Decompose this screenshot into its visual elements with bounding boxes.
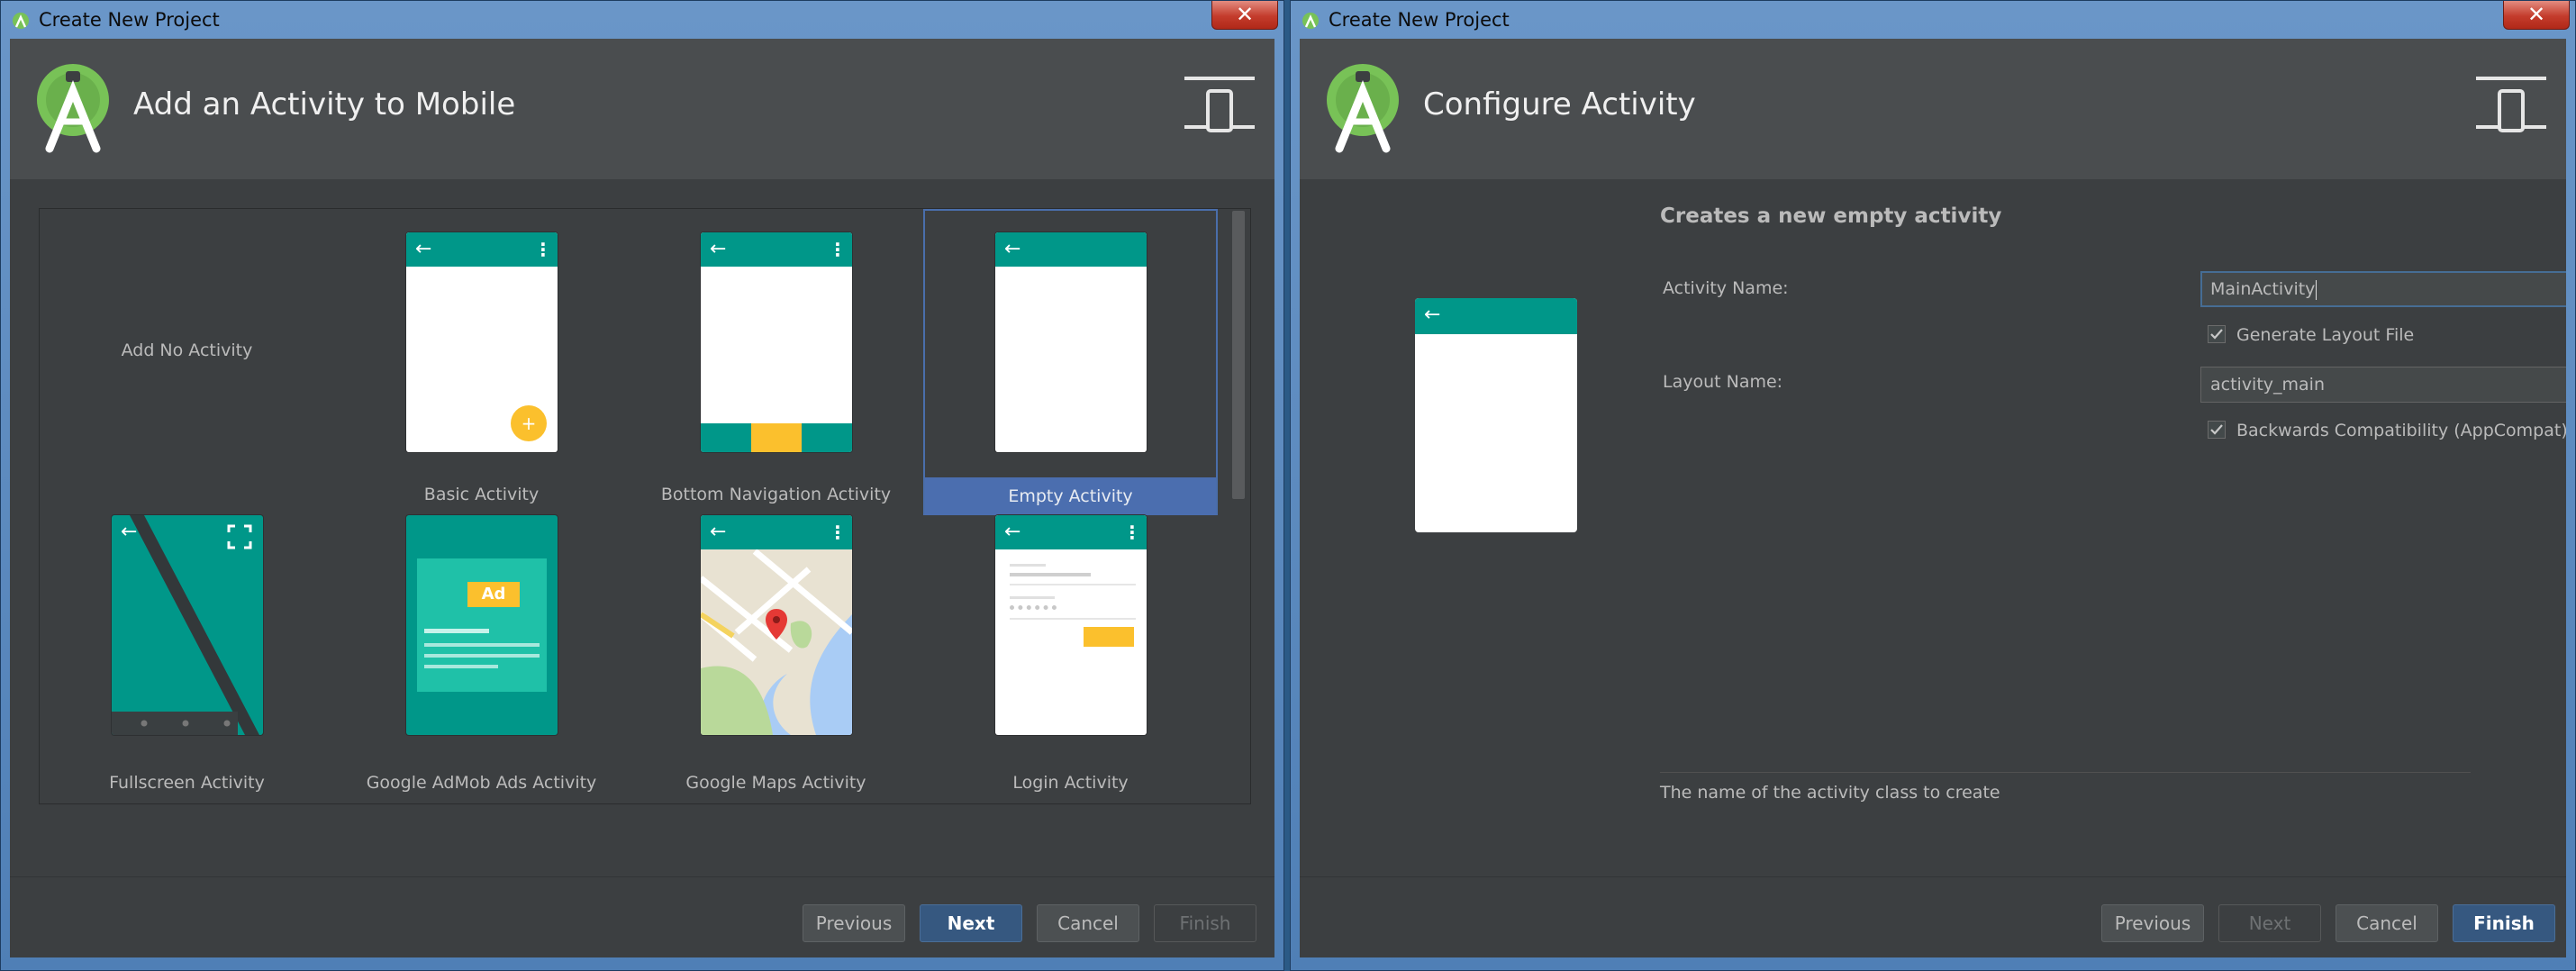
back-arrow-icon: ←: [415, 238, 432, 260]
activity-name-field[interactable]: MainActivity: [2200, 271, 2566, 307]
template-preview: ← ⋮: [701, 515, 852, 735]
template-preview: ←: [112, 515, 263, 735]
tile-label: Login Activity: [1012, 773, 1129, 793]
dialog-header: Configure Activity: [1300, 39, 2566, 179]
previous-button[interactable]: Previous: [803, 904, 905, 942]
ad-badge: Ad: [467, 582, 520, 607]
create-project-window-left: Create New Project ✕ Add an Activity to …: [0, 0, 1284, 971]
tile-bottom-navigation-activity[interactable]: ← ⋮ Bottom Navigation Activity: [629, 209, 923, 515]
page-title: Configure Activity: [1423, 86, 1696, 123]
ad-card: Ad: [417, 558, 547, 692]
fab-icon: +: [511, 405, 547, 441]
next-button[interactable]: Next: [920, 904, 1022, 942]
generate-layout-label: Generate Layout File: [2236, 325, 2415, 345]
app-bar: ← ⋮: [701, 232, 852, 267]
tile-google-admob-ads-activity[interactable]: Ad Google AdMob Ads Activity: [334, 515, 629, 803]
cancel-button[interactable]: Cancel: [1037, 904, 1139, 942]
previous-button[interactable]: Previous: [2101, 904, 2204, 942]
app-bar: ← ⋮: [701, 515, 852, 549]
overflow-menu-icon: ⋮: [829, 239, 847, 260]
android-studio-logo-icon: [37, 64, 109, 153]
tile-label: Google Maps Activity: [685, 773, 866, 793]
window-title: Create New Project: [1329, 9, 1510, 31]
tile-fullscreen-activity[interactable]: ← Fullscreen Activity: [40, 515, 334, 803]
title-bar[interactable]: Create New Project ✕: [1291, 1, 2575, 39]
android-studio-app-icon: [13, 13, 29, 29]
footer-divider: [1300, 876, 2566, 877]
gallery-scrollbar[interactable]: [1227, 209, 1250, 803]
dialog-header: Add an Activity to Mobile: [10, 39, 1274, 179]
page-title: Add an Activity to Mobile: [133, 86, 516, 123]
text-caret: [2316, 279, 2317, 300]
window-title: Create New Project: [39, 9, 220, 31]
dialog-body: Configure Activity ← Creates a new empty…: [1300, 39, 2566, 957]
tile-google-maps-activity[interactable]: ← ⋮ Google Maps Activity: [629, 515, 923, 803]
backwards-compat-checkbox[interactable]: [2208, 421, 2226, 439]
fullscreen-expand-icon: [227, 524, 252, 549]
layout-name-value: activity_main: [2210, 375, 2326, 395]
activity-name-label: Activity Name:: [1663, 278, 1789, 298]
bottom-navigation-bar: [701, 423, 852, 452]
back-arrow-icon: ←: [710, 238, 727, 260]
title-bar[interactable]: Create New Project ✕: [1, 1, 1283, 39]
phone-device-icon: [2476, 77, 2546, 132]
template-preview: Ad: [406, 515, 558, 735]
app-bar: ← ⋮: [406, 232, 558, 267]
tile-label: Google AdMob Ads Activity: [366, 773, 597, 793]
hint-text: The name of the activity class to create: [1660, 783, 2000, 803]
close-button[interactable]: ✕: [1211, 1, 1278, 30]
app-bar: ←: [1415, 298, 1577, 334]
finish-button: Finish: [1154, 904, 1256, 942]
tile-label: Empty Activity: [925, 477, 1216, 515]
overflow-menu-icon: ⋮: [534, 239, 552, 260]
app-bar: ← ⋮: [995, 515, 1147, 549]
scrollbar-thumb[interactable]: [1232, 211, 1245, 499]
create-project-window-right: Create New Project ✕ Configure Activity …: [1290, 0, 2576, 971]
template-preview: ← ⋮: [995, 515, 1147, 735]
tile-label: Basic Activity: [423, 485, 540, 504]
tile-label: Bottom Navigation Activity: [660, 485, 892, 504]
tile-empty-activity[interactable]: ← Empty Activity: [923, 209, 1218, 515]
hint-divider: [1660, 772, 2471, 773]
android-studio-app-icon: [1302, 13, 1319, 29]
tile-add-no-activity[interactable]: Add No Activity: [40, 209, 334, 515]
finish-button[interactable]: Finish: [2453, 904, 2555, 942]
checkmark-icon: [2210, 329, 2223, 340]
tile-label: Fullscreen Activity: [109, 773, 265, 793]
template-preview: ← ⋮ +: [406, 232, 558, 452]
back-arrow-icon: ←: [710, 521, 727, 543]
close-button[interactable]: ✕: [2503, 1, 2570, 30]
checkmark-icon: [2210, 424, 2223, 435]
phone-device-icon: [1184, 77, 1255, 132]
generate-layout-checkbox[interactable]: [2208, 325, 2226, 343]
app-bar: ←: [995, 232, 1147, 267]
layout-name-field[interactable]: activity_main: [2200, 367, 2566, 403]
next-button: Next: [2218, 904, 2321, 942]
form-heading: Creates a new empty activity: [1660, 204, 2002, 228]
footer-divider: [10, 876, 1274, 877]
back-arrow-icon: ←: [1004, 238, 1021, 260]
overflow-menu-icon: ⋮: [1123, 522, 1141, 543]
tile-login-activity[interactable]: ← ⋮ Login Activity: [923, 515, 1218, 803]
cancel-button[interactable]: Cancel: [2336, 904, 2438, 942]
android-studio-logo-icon: [1327, 64, 1399, 153]
template-preview: ← ⋮: [701, 232, 852, 452]
activity-gallery[interactable]: Add No Activity ← ⋮ + Basic Activity ← ⋮: [39, 208, 1251, 804]
layout-name-label: Layout Name:: [1663, 372, 1783, 392]
activity-preview: ←: [1415, 298, 1577, 532]
template-preview: ←: [995, 232, 1147, 452]
overflow-menu-icon: ⋮: [829, 522, 847, 543]
back-arrow-icon: ←: [1004, 521, 1021, 543]
no-activity-label: Add No Activity: [121, 340, 253, 360]
dialog-body: Add an Activity to Mobile Add No Activit…: [10, 39, 1274, 957]
back-arrow-icon: ←: [121, 521, 138, 543]
activity-name-value: MainActivity: [2210, 279, 2316, 299]
back-arrow-icon: ←: [1424, 304, 1441, 326]
tile-basic-activity[interactable]: ← ⋮ + Basic Activity: [334, 209, 629, 515]
backwards-compat-label: Backwards Compatibility (AppCompat): [2236, 421, 2566, 440]
